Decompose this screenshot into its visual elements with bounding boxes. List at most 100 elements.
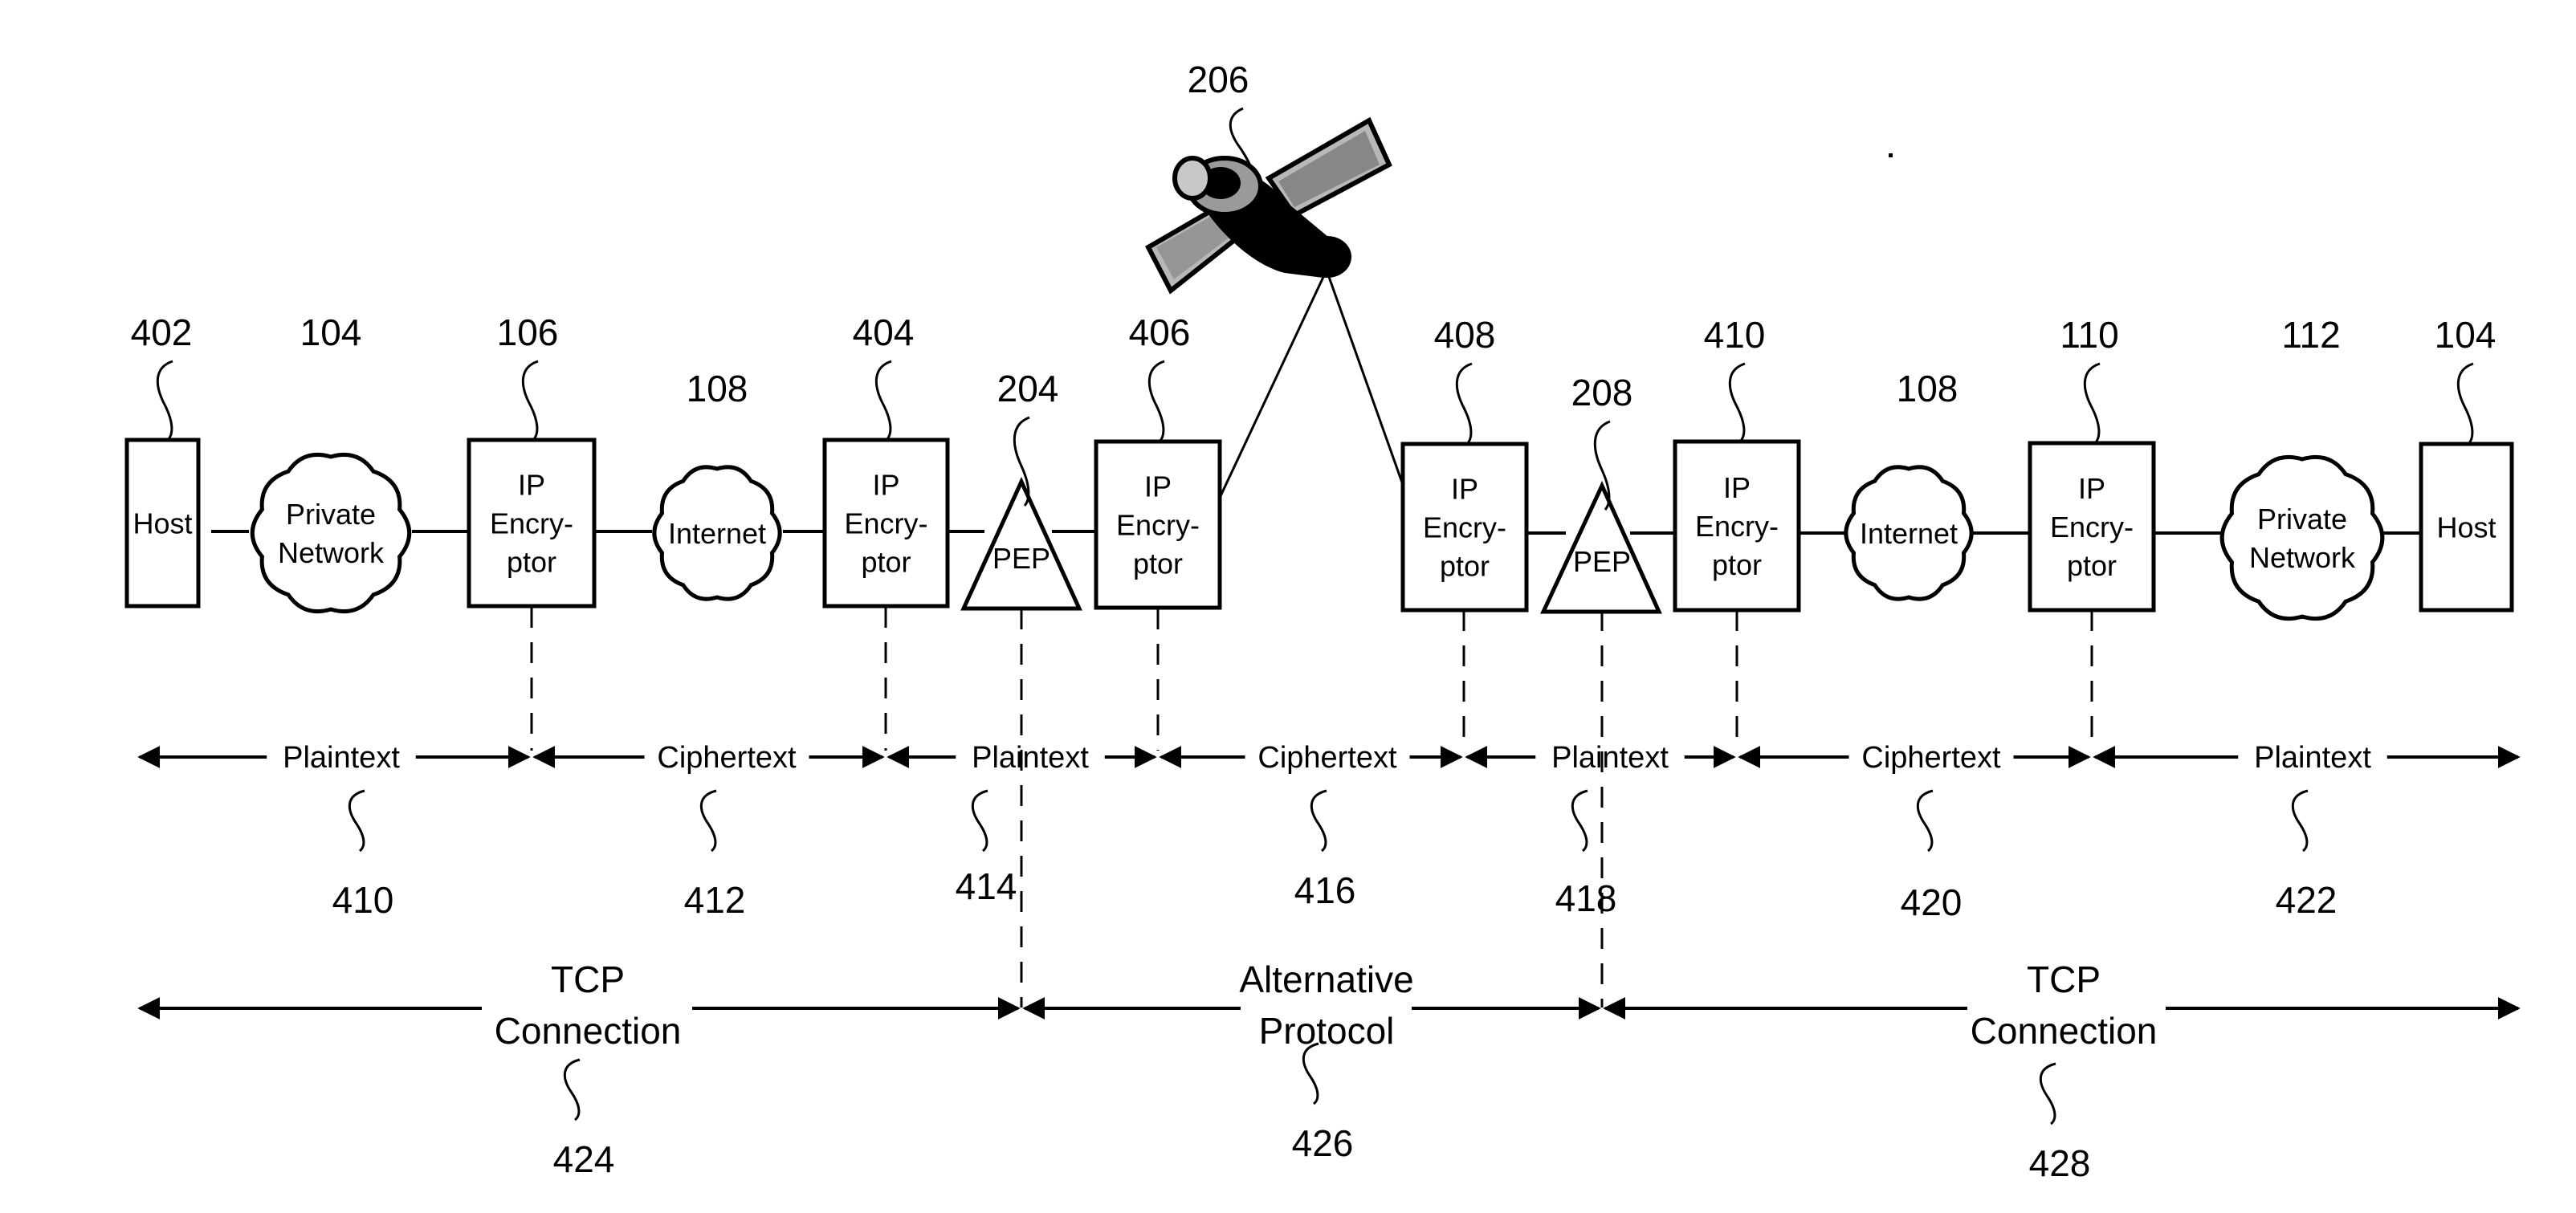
device-label: ptor bbox=[1440, 550, 1490, 583]
device-label: IP bbox=[1723, 471, 1751, 504]
leader-line bbox=[1917, 789, 1934, 853]
device-label: Host bbox=[2436, 511, 2496, 544]
leader-line bbox=[1147, 360, 1165, 443]
ip-encryptor-110: IP Encry-ptor 110 bbox=[2028, 314, 2156, 613]
ip-encryptor-106: IP Encry-ptor 106 bbox=[467, 311, 597, 609]
ref-label: 104 bbox=[300, 311, 362, 353]
ip-encryptor-404: IP Encry-ptor 404 bbox=[822, 311, 950, 609]
ref-label: 426 bbox=[1292, 1122, 1354, 1164]
leader-line bbox=[1728, 362, 1746, 443]
device-label: IP bbox=[1144, 470, 1172, 503]
leader-line bbox=[2292, 789, 2309, 853]
device-label: Encry- bbox=[490, 507, 573, 540]
leader-line bbox=[348, 789, 365, 853]
connection-label: TCP bbox=[2027, 959, 2101, 1000]
segment-label: Plaintext bbox=[1551, 741, 1669, 775]
segment-label: Ciphertext bbox=[1257, 741, 1397, 775]
device-label: Internet bbox=[668, 517, 766, 550]
device-label: Encry- bbox=[1116, 509, 1200, 542]
segment-420: Ciphertext 420 bbox=[1738, 741, 2091, 923]
ref-label: 420 bbox=[1901, 881, 1963, 923]
leader-line bbox=[156, 360, 173, 442]
ref-label: 106 bbox=[497, 311, 559, 353]
ref-label: 424 bbox=[553, 1138, 615, 1180]
pep-204: PEP 204 bbox=[960, 368, 1082, 611]
connection-label: Connection bbox=[495, 1010, 682, 1052]
device-label: Network bbox=[278, 536, 385, 569]
ref-label: 110 bbox=[2060, 314, 2118, 356]
leader-line bbox=[874, 360, 892, 442]
connection-label: Alternative bbox=[1239, 959, 1413, 1000]
device-label: IP bbox=[2078, 472, 2105, 505]
device-label: ptor bbox=[1712, 548, 1762, 581]
segment-label: Ciphertext bbox=[1861, 741, 2001, 775]
ref-label: 416 bbox=[1294, 869, 1356, 911]
ref-label: 410 bbox=[1704, 314, 1766, 356]
ref-label-satellite: 206 bbox=[1188, 59, 1249, 100]
leader-line bbox=[1310, 789, 1327, 853]
device-label: Encry- bbox=[1695, 510, 1779, 543]
connection-segments: TCP Connection 424 Alternative Protocol 426 TC… bbox=[137, 959, 2521, 1184]
satellite-link-left bbox=[1218, 276, 1325, 499]
segment-label: Plaintext bbox=[2254, 741, 2371, 775]
ref-label: 204 bbox=[997, 368, 1059, 409]
ip-encryptor-408: IP Encry-ptor 408 bbox=[1400, 314, 1529, 613]
ref-label: 428 bbox=[2029, 1142, 2091, 1184]
leader-line bbox=[700, 789, 717, 853]
segment-416: Ciphertext 416 bbox=[1159, 741, 1463, 911]
leader-line bbox=[1302, 1042, 1319, 1105]
device-label: Host bbox=[132, 507, 192, 540]
leader-line bbox=[1455, 362, 1473, 446]
ref-label: 410 bbox=[332, 879, 394, 921]
ref-label: 402 bbox=[131, 311, 193, 353]
internet-left: Internet 108 bbox=[654, 368, 782, 601]
device-label: ptor bbox=[2067, 549, 2117, 582]
private-network-left: Private Network 104 bbox=[250, 311, 412, 613]
leader-line bbox=[2083, 362, 2101, 445]
ip-encryptor-406: IP Encry-ptor 406 bbox=[1094, 311, 1222, 610]
ref-label: 404 bbox=[853, 311, 915, 353]
connection-label: Connection bbox=[1971, 1010, 2158, 1052]
leader-line bbox=[521, 360, 539, 442]
device-label: Private bbox=[286, 498, 376, 531]
device-label: Encry- bbox=[2050, 511, 2134, 543]
ref-label: 414 bbox=[956, 865, 1017, 907]
network-diagram: 206 Host402PrivateNetwork104IPEncry-ptor… bbox=[0, 0, 2521, 1184]
device-label: Network bbox=[2249, 541, 2356, 574]
segment-422: Plaintext 422 bbox=[2093, 741, 2521, 921]
internet-right: Internet 108 bbox=[1846, 368, 1974, 601]
ref-label: 412 bbox=[684, 879, 746, 921]
satellite-icon bbox=[1145, 116, 1392, 295]
ip-encryptor-410: IP Encry-ptor 410 bbox=[1673, 314, 1801, 613]
ref-label: 208 bbox=[1571, 372, 1633, 413]
ref-label: 406 bbox=[1129, 311, 1191, 353]
device-label: IP bbox=[872, 469, 899, 502]
private-network-right: Private Network 112 bbox=[2219, 314, 2385, 621]
cloud-icon bbox=[250, 453, 412, 613]
ref-label: 108 bbox=[687, 368, 748, 409]
ref-label: 104 bbox=[2435, 314, 2497, 356]
ref-label: 418 bbox=[1555, 877, 1617, 919]
segment-412: Ciphertext 412 bbox=[532, 741, 885, 921]
segment-label: Plaintext bbox=[283, 741, 400, 775]
device-label: Internet bbox=[1860, 517, 1958, 550]
segment-label: Plaintext bbox=[972, 741, 1089, 775]
segment-410: Plaintext 410 bbox=[137, 741, 531, 921]
device-label: ptor bbox=[861, 546, 911, 579]
connection-424: TCP Connection 424 bbox=[137, 959, 1021, 1180]
leader-line bbox=[2040, 1062, 2056, 1125]
device-label: ptor bbox=[507, 546, 556, 579]
segment-418: Plaintext 418 bbox=[1465, 741, 1736, 919]
device-label: Encry- bbox=[1423, 511, 1506, 544]
leader-line bbox=[972, 789, 988, 853]
device-label: IP bbox=[518, 469, 545, 502]
satellite-link-right bbox=[1327, 276, 1412, 506]
device-label: PEP bbox=[1573, 545, 1631, 578]
ref-label: 422 bbox=[2276, 879, 2338, 921]
host-right: Host 104 bbox=[2419, 314, 2514, 613]
cloud-icon bbox=[2219, 454, 2385, 621]
host-left: Host 402 bbox=[124, 311, 201, 609]
device-label: Encry- bbox=[844, 507, 927, 540]
satellite: 206 bbox=[1145, 59, 1412, 506]
leader-line bbox=[1571, 789, 1588, 853]
